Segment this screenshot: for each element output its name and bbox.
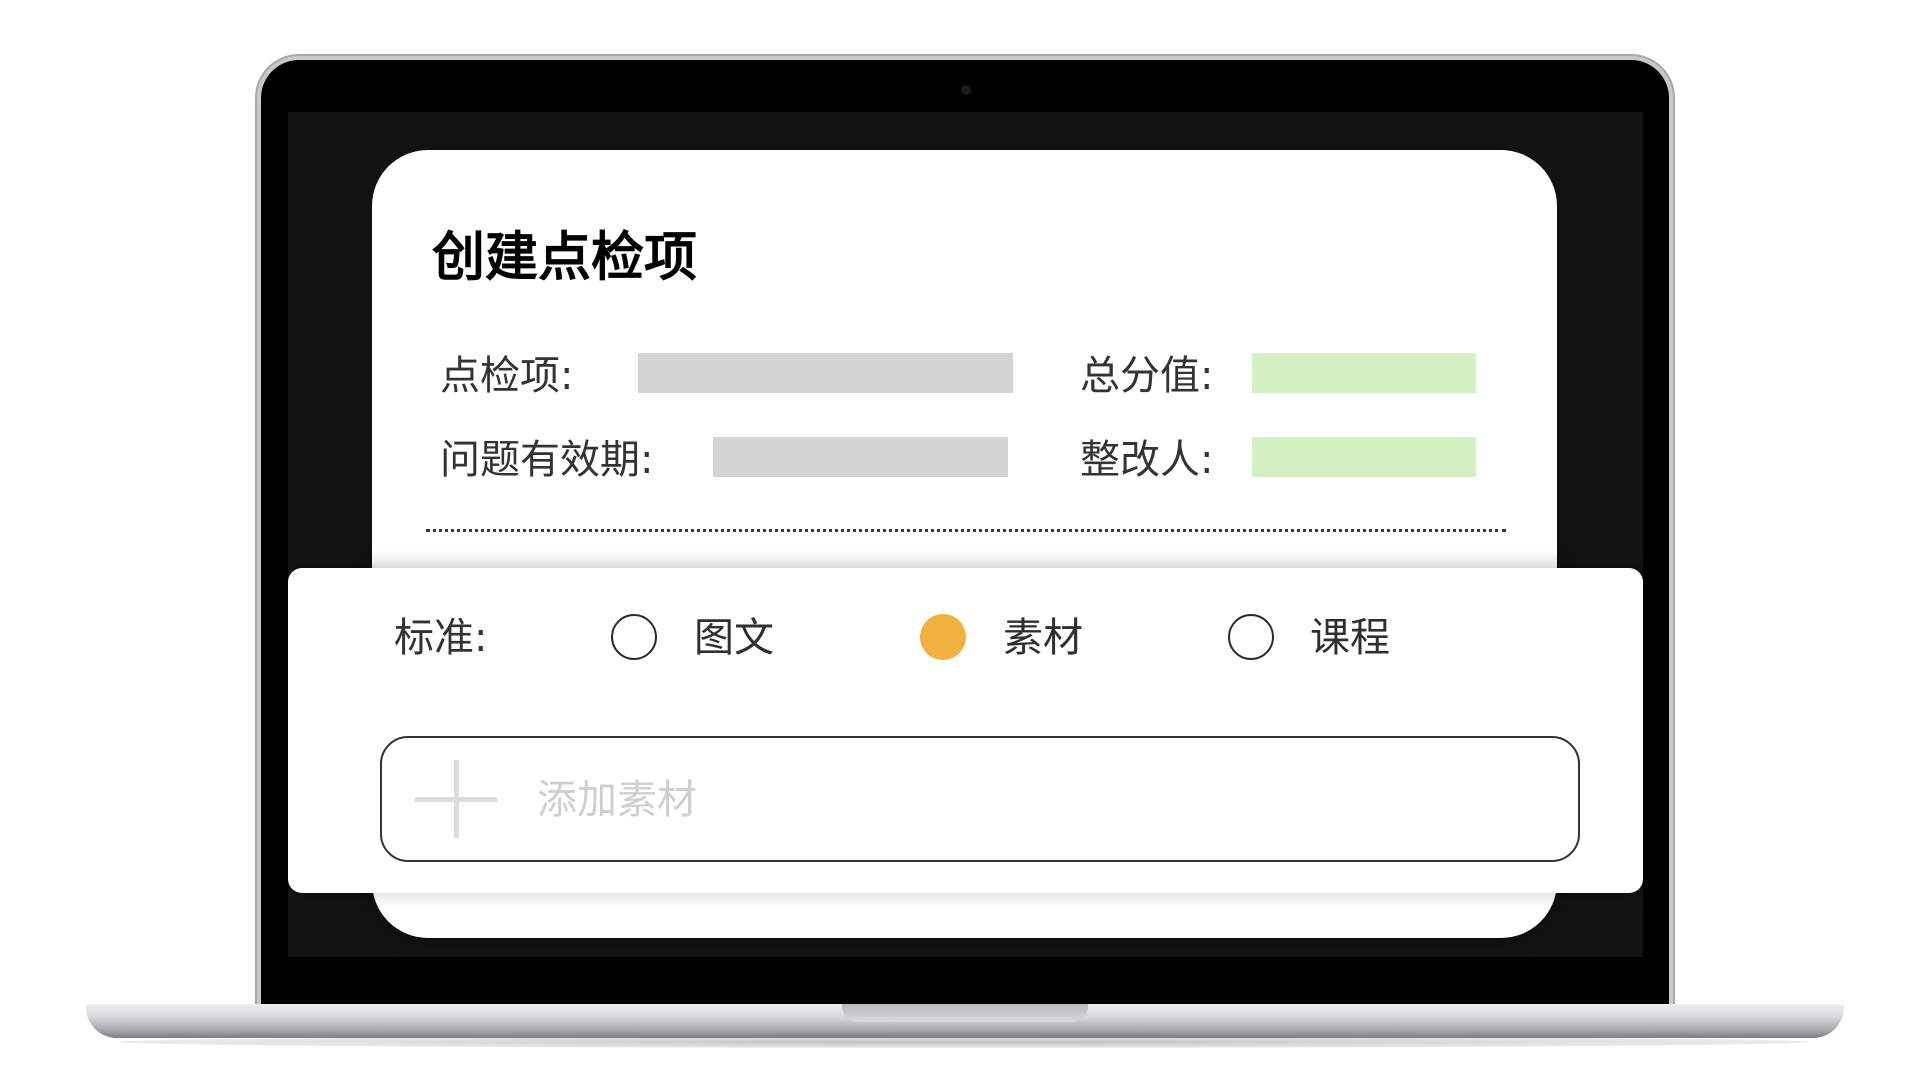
check-item-input[interactable] <box>638 353 1013 393</box>
plus-icon[interactable] <box>415 760 497 838</box>
rectifier-label: 整改人: <box>1080 437 1214 483</box>
laptop-notch <box>842 1004 1088 1022</box>
radio-material-selected[interactable] <box>920 614 966 660</box>
radio-image-text-label[interactable]: 图文 <box>694 614 774 662</box>
total-score-input[interactable] <box>1252 353 1476 393</box>
validity-input[interactable] <box>713 437 1008 477</box>
standard-label: 标准: <box>394 615 488 661</box>
rectifier-input[interactable] <box>1252 437 1476 477</box>
total-score-label: 总分值: <box>1080 353 1214 399</box>
radio-course[interactable] <box>1228 614 1274 660</box>
radio-course-label[interactable]: 课程 <box>1310 614 1390 662</box>
page-title: 创建点检项 <box>432 227 697 288</box>
check-item-label: 点检项: <box>440 353 574 399</box>
section-divider <box>426 529 1506 532</box>
laptop-mockup: 创建点检项 点检项: 总分值: 问题有效期: 整改人: 标准: 图文 素材 课程… <box>0 0 1920 1080</box>
validity-label: 问题有效期: <box>440 437 654 483</box>
radio-image-text[interactable] <box>611 614 657 660</box>
camera-icon <box>962 86 970 94</box>
add-material-placeholder[interactable]: 添加素材 <box>537 776 697 824</box>
radio-material-label[interactable]: 素材 <box>1003 614 1083 662</box>
